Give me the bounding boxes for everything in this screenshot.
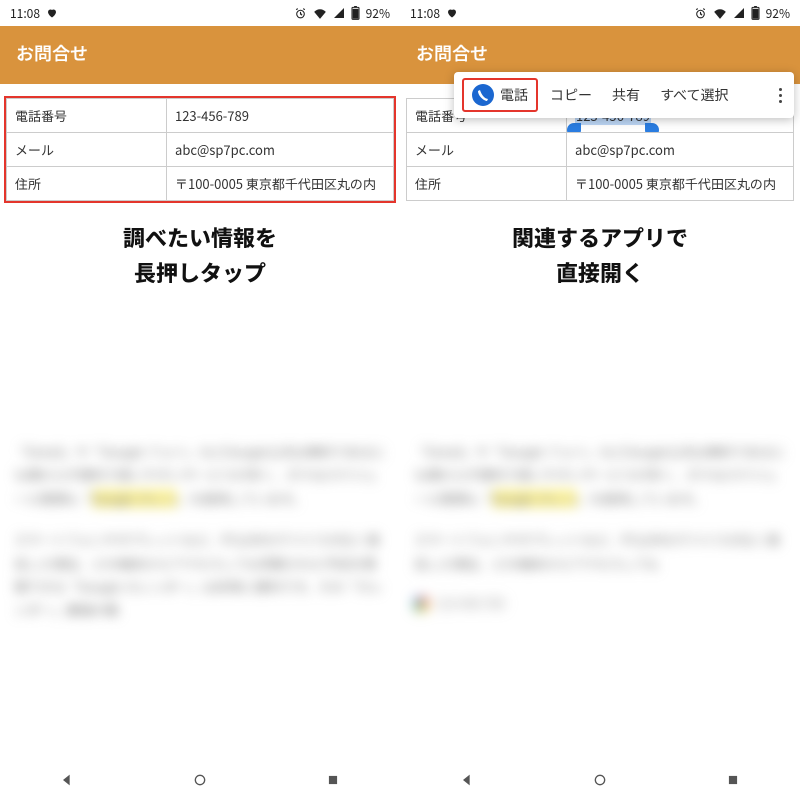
address-value[interactable]: 〒100-0005 東京都千代田区丸の内 (167, 167, 394, 201)
blurred-content: 「Gmail」や「Google フォト」などGoogle公式は無料であるにも関わ… (0, 440, 400, 760)
caption-left: 調べたい情報を 長押しタップ (0, 220, 400, 290)
phone-value[interactable]: 123-456-789 (167, 99, 394, 133)
battery-pct: 92% (766, 5, 790, 22)
battery-icon (751, 6, 760, 20)
text-selection-menu: 電話 コピー 共有 すべて選択 (454, 72, 794, 118)
selection-handle-left[interactable] (567, 123, 581, 133)
recents-button[interactable] (724, 771, 742, 789)
clock: 11:08 (410, 5, 440, 22)
status-bar: 11:08 92% (400, 0, 800, 26)
heart-icon (446, 7, 458, 19)
back-button[interactable] (58, 771, 76, 789)
menu-more-icon[interactable] (773, 82, 788, 109)
menu-call[interactable]: 電話 (462, 78, 538, 112)
table-row: 住所〒100-0005 東京都千代田区丸の内 (407, 167, 794, 201)
menu-select-all[interactable]: すべて選択 (652, 79, 736, 111)
alarm-icon (294, 7, 307, 20)
smart-suggestion[interactable]: 123-456-789 (414, 593, 786, 615)
home-button[interactable] (191, 771, 209, 789)
table-row: メールabc@sp7pc.com (407, 133, 794, 167)
selection-handle-right[interactable] (645, 123, 659, 133)
signal-icon (333, 7, 345, 19)
recents-button[interactable] (324, 771, 342, 789)
phone-icon (472, 84, 494, 106)
battery-icon (351, 6, 360, 20)
email-value[interactable]: abc@sp7pc.com (167, 133, 394, 167)
navigation-bar (400, 760, 800, 800)
wifi-icon (713, 7, 727, 19)
caption-right: 関連するアプリで 直接開く (400, 220, 800, 290)
menu-share[interactable]: 共有 (604, 79, 648, 111)
home-button[interactable] (591, 771, 609, 789)
clock: 11:08 (10, 5, 40, 22)
table-row: 電話番号123-456-789 (7, 99, 394, 133)
navigation-bar (0, 760, 400, 800)
table-row: 住所〒100-0005 東京都千代田区丸の内 (7, 167, 394, 201)
google-icon (414, 597, 428, 611)
heart-icon (46, 7, 58, 19)
address-value[interactable]: 〒100-0005 東京都千代田区丸の内 (567, 167, 794, 201)
blurred-content: 「Gmail」や「Google フォト」などGoogle公式は無料であるにも関わ… (400, 440, 800, 760)
status-bar: 11:08 92% (0, 0, 400, 26)
contact-table: 電話番号123-456-789 メールabc@sp7pc.com 住所〒100-… (6, 98, 394, 201)
menu-copy[interactable]: コピー (542, 79, 600, 111)
alarm-icon (694, 7, 707, 20)
page-title: お問合せ (0, 26, 400, 84)
table-row: メールabc@sp7pc.com (7, 133, 394, 167)
battery-pct: 92% (366, 5, 390, 22)
email-value[interactable]: abc@sp7pc.com (567, 133, 794, 167)
signal-icon (733, 7, 745, 19)
back-button[interactable] (458, 771, 476, 789)
wifi-icon (313, 7, 327, 19)
